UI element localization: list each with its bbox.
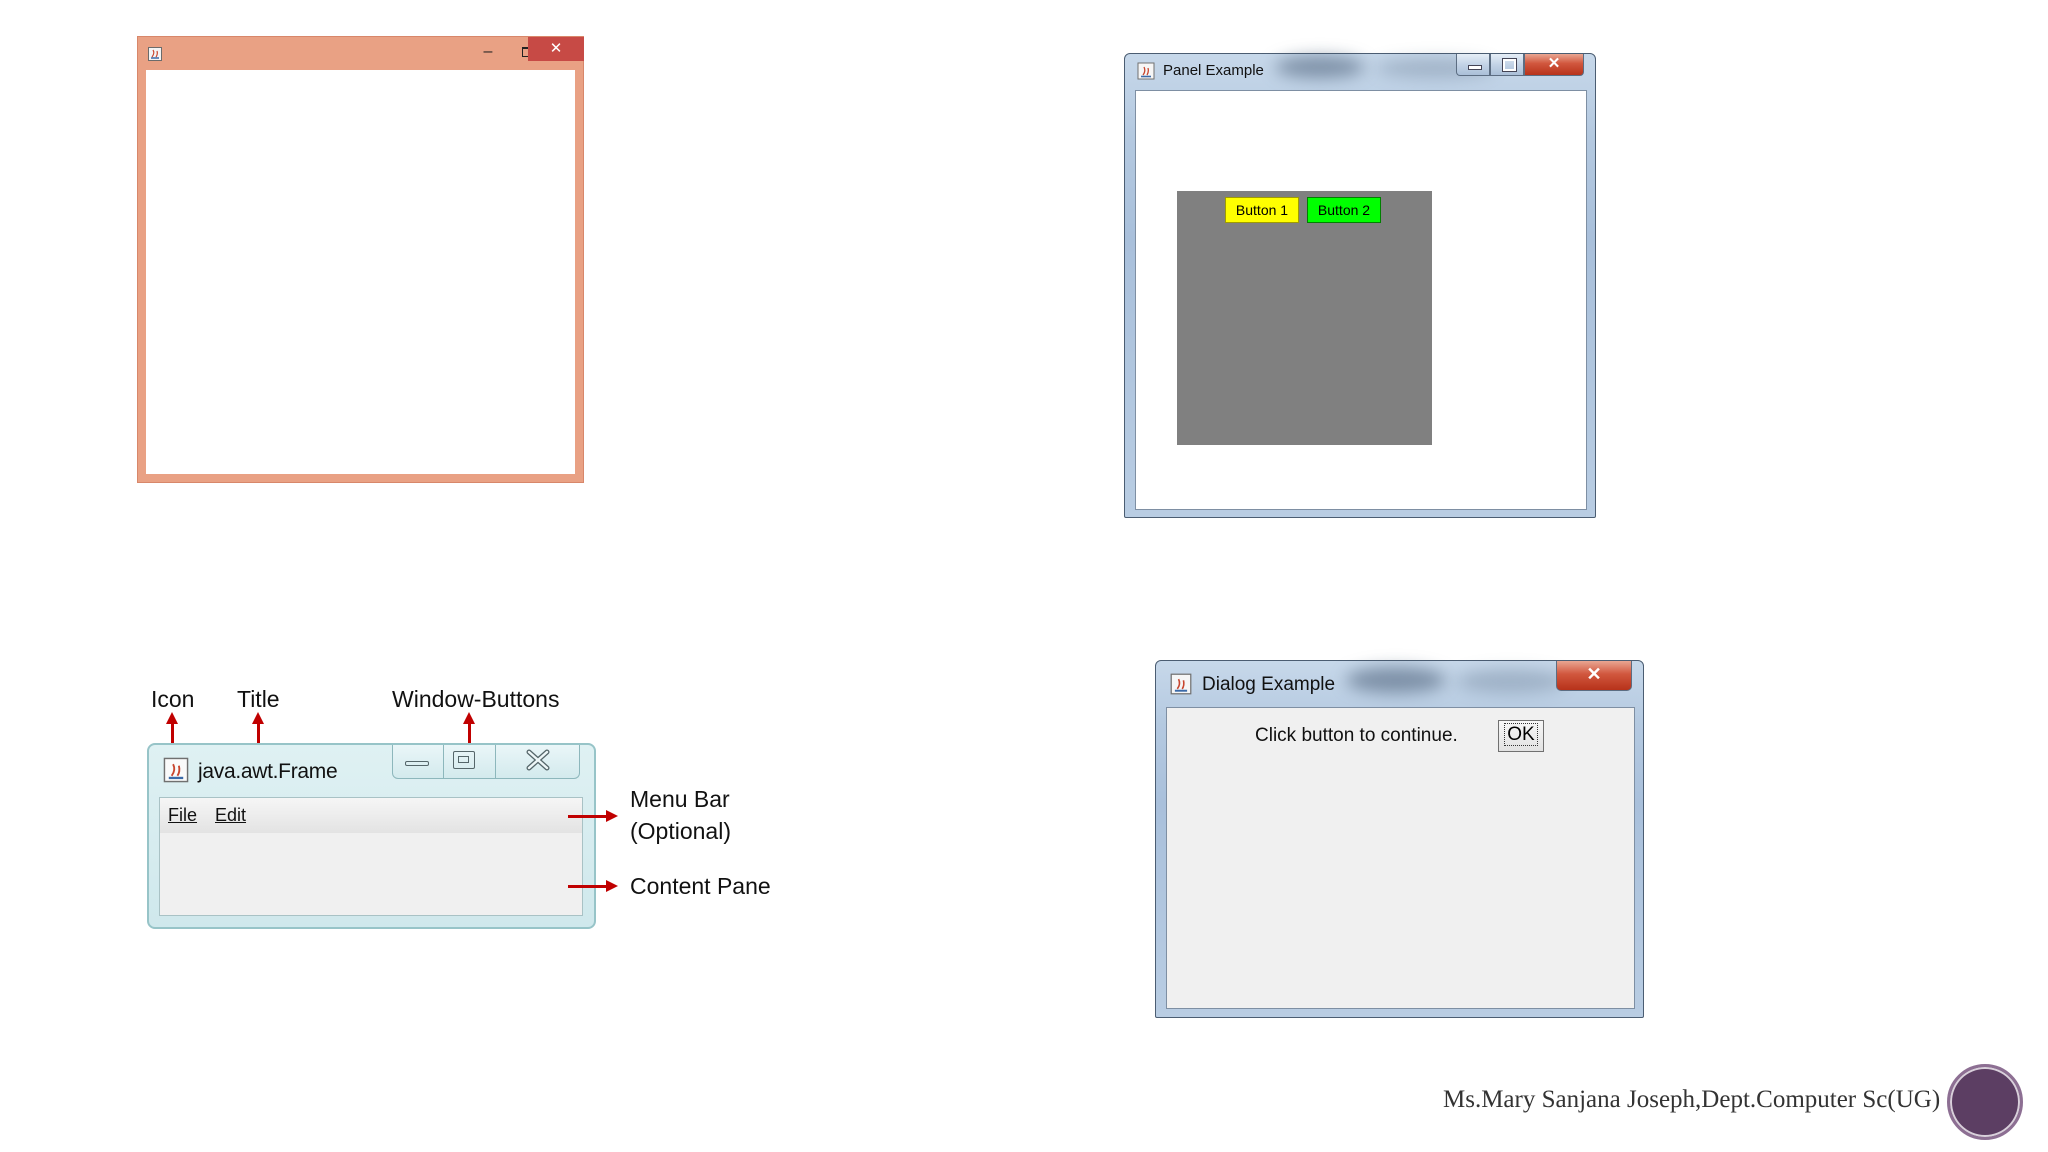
dialog-message: Click button to continue.: [1255, 725, 1458, 746]
close-button[interactable]: ✕: [1524, 54, 1584, 76]
maximize-button[interactable]: [453, 751, 475, 769]
icon-label: Icon: [151, 686, 195, 712]
maximize-button[interactable]: [1490, 54, 1524, 76]
window-title: Panel Example: [1163, 62, 1264, 79]
java-app-icon: [1170, 673, 1192, 700]
ok-button[interactable]: OK: [1498, 720, 1544, 752]
minimize-button[interactable]: [1456, 54, 1490, 76]
button-divider: [495, 745, 496, 779]
menu-edit[interactable]: Edit: [215, 805, 246, 826]
content-pane-label: Content Pane: [630, 873, 771, 899]
blank-frame-window: – ✕: [137, 36, 584, 483]
maximize-icon: [1502, 58, 1517, 72]
close-button[interactable]: ✕: [1556, 661, 1632, 691]
minimize-button[interactable]: –: [468, 41, 508, 63]
minimize-icon: [1468, 65, 1482, 70]
close-icon: [526, 749, 550, 771]
button-2[interactable]: Button 2: [1307, 197, 1381, 223]
java-app-icon: [163, 757, 189, 788]
close-button[interactable]: [525, 747, 551, 775]
button-1[interactable]: Button 1: [1225, 197, 1299, 223]
menu-bar-optional-label: (Optional): [630, 818, 731, 844]
footer-credit: Ms.Mary Sanjana Joseph,Dept.Computer Sc(…: [1443, 1086, 1941, 1113]
awt-frame-diagram: java.awt.Frame File Edit: [147, 743, 596, 929]
title-label: Title: [237, 686, 280, 712]
dialog-title: Dialog Example: [1202, 674, 1336, 695]
menu-bar-arrow: [568, 810, 618, 822]
minimize-button[interactable]: [405, 761, 429, 766]
decorative-circle: [1947, 1064, 2023, 1140]
frame-title: java.awt.Frame: [198, 760, 338, 783]
content-pane-arrow: [568, 880, 618, 892]
java-app-icon: [148, 45, 162, 61]
menu-file[interactable]: File: [168, 805, 197, 826]
dialog-example-window: Dialog Example ✕ Click button to continu…: [1155, 660, 1644, 1018]
ok-label: OK: [1504, 723, 1538, 746]
window-buttons-label: Window-Buttons: [392, 686, 560, 712]
close-button[interactable]: ✕: [528, 37, 584, 61]
content-pane: [146, 70, 575, 474]
gray-panel: Button 1 Button 2: [1177, 191, 1432, 445]
maximize-icon: [458, 756, 469, 763]
menu-bar: File Edit: [159, 797, 583, 833]
java-app-icon: [1137, 62, 1155, 85]
panel-example-window: Panel Example ✕ Button 1 Button 2: [1124, 53, 1596, 518]
dialog-content-pane: Click button to continue. OK: [1166, 707, 1635, 1009]
button-divider: [443, 745, 444, 779]
window-buttons: [392, 745, 580, 779]
content-pane: Button 1 Button 2: [1135, 90, 1587, 510]
content-pane: [159, 833, 583, 916]
menu-bar-label: Menu Bar: [630, 786, 730, 812]
